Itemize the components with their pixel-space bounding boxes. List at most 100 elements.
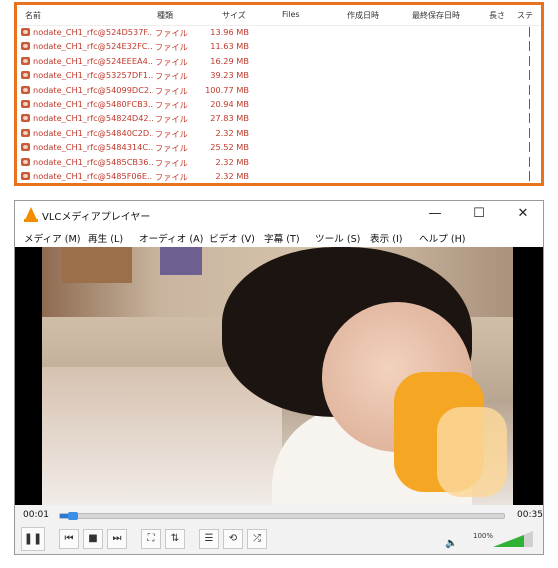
column-header-created[interactable]: 作成日時 <box>347 10 379 21</box>
file-size: 25.52 MB <box>210 142 249 153</box>
column-header-files[interactable]: Files <box>282 10 300 19</box>
file-name: nodate_CH1_rfc@524E32FC... <box>33 41 153 52</box>
file-row[interactable]: nodate_CH1_rfc@54099DC2... ファイル 100.77 MB <box>17 83 541 97</box>
minimize-button[interactable]: — <box>415 203 455 225</box>
file-row[interactable]: nodate_CH1_rfc@54840C2D... ファイル 2.32 MB <box>17 126 541 140</box>
video-frame <box>42 247 513 505</box>
volume-slider[interactable] <box>493 531 533 547</box>
menu-view[interactable]: 表示 (I) <box>370 231 403 245</box>
file-list-panel: 名前 種類 サイズ Files 作成日時 最終保存日時 長さ ステ nodate… <box>14 2 544 186</box>
file-row[interactable]: nodate_CH1_rfc@5484314C... ファイル 25.52 MB <box>17 140 541 154</box>
total-time: 00:35 <box>517 510 543 520</box>
file-size: 100.77 MB <box>205 84 249 95</box>
status-marker <box>529 55 530 66</box>
file-name: nodate_CH1_rfc@524D537F... <box>33 27 153 37</box>
status-marker <box>529 27 530 37</box>
video-file-icon <box>21 71 30 80</box>
volume-icon[interactable]: 🔈 <box>445 538 457 549</box>
video-area[interactable] <box>15 247 543 505</box>
volume-label: 100% <box>473 532 494 540</box>
file-row[interactable]: nodate_CH1_rfc@5480FCB3... ファイル 20.94 MB <box>17 97 541 111</box>
title-bar[interactable]: VLCメディアプレイヤー — ☐ ✕ <box>15 201 543 227</box>
menu-media[interactable]: メディア (M) <box>24 231 81 245</box>
pause-button[interactable]: ❚❚ <box>21 527 45 551</box>
file-name: nodate_CH1_rfc@54840C2D... <box>33 127 153 138</box>
menu-audio[interactable]: オーディオ (A) <box>139 231 203 245</box>
loop-button[interactable]: ⟲ <box>223 529 243 549</box>
video-file-icon <box>21 85 30 94</box>
file-row[interactable]: nodate_CH1_rfc@524EEEA4... ファイル 16.29 MB <box>17 54 541 68</box>
file-name: nodate_CH1_rfc@5485CB36... <box>33 156 153 167</box>
column-header-length[interactable]: 長さ <box>489 10 505 21</box>
status-marker <box>529 156 530 167</box>
file-type: ファイル <box>155 114 188 125</box>
sippy-cup-bottle <box>437 407 507 497</box>
file-type: ファイル <box>155 128 188 139</box>
video-file-icon <box>21 99 30 108</box>
file-name: nodate_CH1_rfc@54824D42... <box>33 113 153 124</box>
file-row[interactable]: nodate_CH1_rfc@5485CB36... ファイル 2.32 MB <box>17 155 541 169</box>
seek-bar[interactable] <box>59 512 505 520</box>
video-file-icon <box>21 157 30 166</box>
file-row[interactable]: nodate_CH1_rfc@53257DF1... ファイル 39.23 MB <box>17 68 541 82</box>
window-title: VLCメディアプレイヤー <box>42 212 151 223</box>
file-type: ファイル <box>155 42 188 53</box>
file-type: ファイル <box>155 71 188 82</box>
menu-subtitle[interactable]: 字幕 (T) <box>264 231 300 245</box>
menu-bar: メディア (M) 再生 (L) オーディオ (A) ビデオ (V) 字幕 (T)… <box>15 227 543 247</box>
file-size: 2.32 MB <box>215 127 249 138</box>
column-header-size[interactable]: サイズ <box>222 10 246 21</box>
playlist-button[interactable]: ☰ <box>199 529 219 549</box>
status-marker <box>529 84 530 95</box>
file-name: nodate_CH1_rfc@524EEEA4... <box>33 55 153 66</box>
vlc-window: VLCメディアプレイヤー — ☐ ✕ メディア (M) 再生 (L) オーディオ… <box>14 200 544 555</box>
volume-level <box>493 534 524 547</box>
status-marker <box>529 142 530 153</box>
file-size: 20.94 MB <box>210 98 249 109</box>
status-marker <box>529 113 530 124</box>
file-name: nodate_CH1_rfc@53257DF1... <box>33 70 153 81</box>
fullscreen-button[interactable]: ⛶ <box>141 529 161 549</box>
file-type: ファイル <box>155 171 188 182</box>
file-type: ファイル <box>155 56 188 67</box>
maximize-button[interactable]: ☐ <box>459 203 499 225</box>
column-header-type[interactable]: 種類 <box>157 10 173 21</box>
file-size: 13.96 MB <box>210 27 249 37</box>
file-name: nodate_CH1_rfc@54099DC2... <box>33 84 153 95</box>
file-size: 2.32 MB <box>215 170 249 181</box>
column-header-status[interactable]: ステ <box>517 10 533 21</box>
file-row[interactable]: nodate_CH1_rfc@5485F06E... ファイル 2.32 MB <box>17 169 541 183</box>
file-size: 11.63 MB <box>210 41 249 52</box>
file-list-header: 名前 種類 サイズ Files 作成日時 最終保存日時 長さ ステ <box>17 5 541 26</box>
file-size: 16.29 MB <box>210 55 249 66</box>
stop-button[interactable]: ■ <box>83 529 103 549</box>
file-type: ファイル <box>155 85 188 96</box>
file-name: nodate_CH1_rfc@5480FCB3... <box>33 98 153 109</box>
elapsed-time: 00:01 <box>23 510 49 520</box>
video-file-icon <box>21 128 30 137</box>
file-row[interactable]: nodate_CH1_rfc@524D537F... ファイル 13.96 MB <box>17 25 541 39</box>
video-file-icon <box>21 28 30 36</box>
file-name: nodate_CH1_rfc@5484314C... <box>33 142 153 153</box>
menu-playback[interactable]: 再生 (L) <box>88 231 123 245</box>
file-type: ファイル <box>155 143 188 154</box>
shuffle-button[interactable]: ⤮ <box>247 529 267 549</box>
column-header-modified[interactable]: 最終保存日時 <box>412 10 460 21</box>
menu-help[interactable]: ヘルプ (H) <box>419 231 466 245</box>
file-type: ファイル <box>155 99 188 110</box>
control-bar: 00:01 00:35 ❚❚ ⏮ ■ ⏭ ⛶ ⇅ ☰ ⟲ ⤮ 🔈 100% <box>15 505 543 554</box>
next-button[interactable]: ⏭ <box>107 529 127 549</box>
video-file-icon <box>21 171 30 180</box>
menu-tools[interactable]: ツール (S) <box>315 231 360 245</box>
previous-button[interactable]: ⏮ <box>59 529 79 549</box>
menu-video[interactable]: ビデオ (V) <box>209 231 255 245</box>
status-marker <box>529 170 530 181</box>
column-header-name[interactable]: 名前 <box>25 10 41 21</box>
close-button[interactable]: ✕ <box>503 203 543 225</box>
extended-settings-button[interactable]: ⇅ <box>165 529 185 549</box>
video-file-icon <box>21 56 30 65</box>
seek-handle[interactable] <box>68 512 79 520</box>
file-row[interactable]: nodate_CH1_rfc@524E32FC... ファイル 11.63 MB <box>17 39 541 53</box>
file-name: nodate_CH1_rfc@5485F06E... <box>33 170 153 181</box>
file-row[interactable]: nodate_CH1_rfc@54824D42... ファイル 27.83 MB <box>17 111 541 125</box>
